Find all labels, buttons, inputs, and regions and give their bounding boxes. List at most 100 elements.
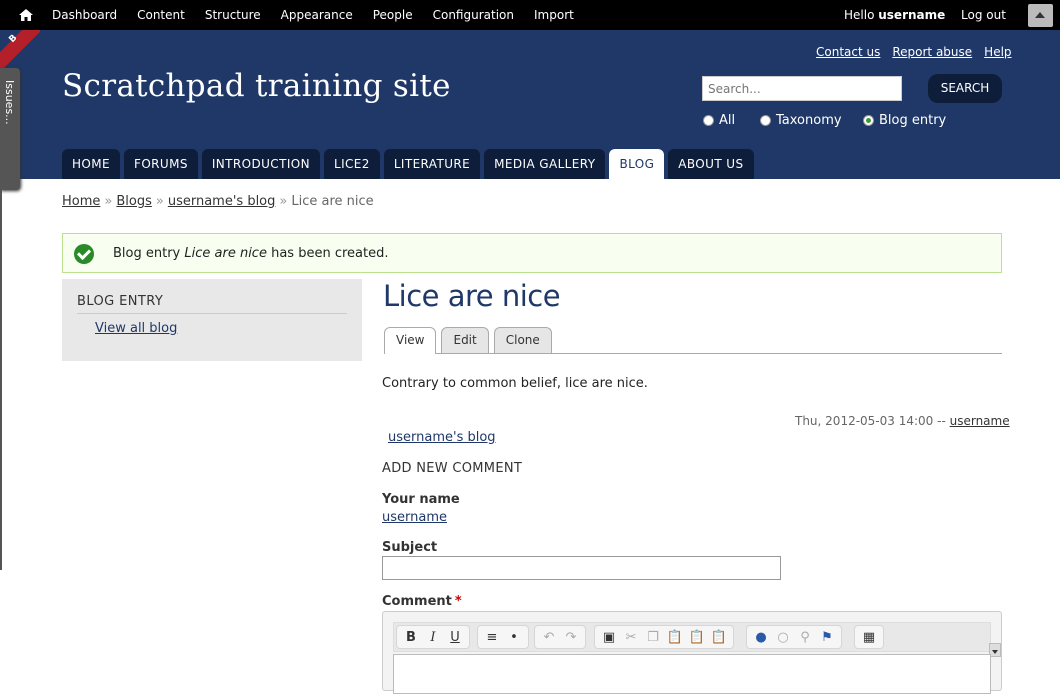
view-all-blog-link[interactable]: View all blog — [95, 321, 177, 336]
tab-clone[interactable]: Clone — [493, 327, 552, 353]
admin-menu-content[interactable]: Content — [137, 8, 185, 22]
radio-taxonomy[interactable] — [760, 115, 771, 126]
paste-text-icon[interactable]: 📋 — [686, 627, 708, 647]
breadcrumb-separator: » — [279, 194, 288, 209]
admin-menu-people[interactable]: People — [373, 8, 413, 22]
breadcrumb-home[interactable]: Home — [62, 194, 100, 209]
nav-literature[interactable]: LITERATURE — [383, 149, 481, 179]
admin-toolbar: Dashboard Content Structure Appearance P… — [0, 0, 1060, 30]
sidebar-title: BLOG ENTRY — [77, 294, 347, 314]
scope-taxonomy-label: Taxonomy — [776, 113, 842, 128]
clipboard-group: ▣ ✂ ❐ 📋 📋 📋 — [594, 625, 734, 649]
contact-us-link[interactable]: Contact us — [816, 45, 880, 59]
issues-label: Issues... — [3, 80, 16, 125]
sidebar-block: BLOG ENTRY View all blog — [62, 279, 362, 361]
your-name-label: Your name — [382, 492, 460, 507]
paste-word-icon[interactable]: 📋 — [708, 627, 730, 647]
list-group: ≡ • — [477, 625, 529, 649]
scope-all[interactable]: All — [703, 113, 760, 128]
nav-introduction[interactable]: INTRODUCTION — [201, 149, 320, 179]
key-icon[interactable]: ⚲ — [794, 627, 816, 647]
scope-blog-entry[interactable]: Blog entry — [863, 113, 946, 128]
submitted-date: Thu, 2012-05-03 14:00 -- — [795, 414, 946, 428]
subject-input[interactable] — [382, 556, 781, 580]
bulleted-list-icon[interactable]: • — [503, 627, 525, 647]
comment-textarea[interactable] — [393, 654, 991, 694]
toolbar-collapse-button[interactable] — [1028, 4, 1053, 27]
status-text-before: Blog entry — [113, 246, 185, 261]
undo-icon[interactable]: ↶ — [538, 627, 560, 647]
home-icon[interactable] — [18, 7, 34, 23]
editor-toolbar: B I U ≡ • ↶ ↷ ▣ ✂ ❐ 📋 📋 📋 ● ○ ⚲ ⚑ ▦ — [393, 622, 1001, 657]
tab-edit[interactable]: Edit — [441, 327, 489, 353]
nav-forums[interactable]: FORUMS — [124, 149, 198, 179]
breadcrumb-blogs[interactable]: Blogs — [116, 194, 152, 209]
breadcrumb-user-blog[interactable]: username's blog — [168, 194, 276, 209]
scope-blog-entry-label: Blog entry — [879, 113, 947, 128]
nav-about-us[interactable]: ABOUT US — [668, 149, 754, 179]
subject-label: Subject — [382, 540, 438, 555]
issues-tab[interactable]: Issues... — [0, 68, 20, 190]
link-group: ● ○ ⚲ ⚑ — [746, 625, 842, 649]
rich-text-editor: B I U ≡ • ↶ ↷ ▣ ✂ ❐ 📋 📋 📋 ● ○ ⚲ ⚑ ▦ — [382, 611, 1002, 694]
admin-menu-import[interactable]: Import — [534, 8, 574, 22]
numbered-list-icon[interactable]: ≡ — [481, 627, 503, 647]
status-text: Blog entry Lice are nice has been create… — [113, 246, 388, 261]
add-comment-heading: ADD NEW COMMENT — [382, 461, 523, 476]
required-marker: * — [454, 594, 462, 609]
page-title: Lice are nice — [383, 279, 561, 313]
user-blog-link[interactable]: username's blog — [388, 430, 496, 445]
scope-all-label: All — [719, 113, 736, 128]
scope-taxonomy[interactable]: Taxonomy — [760, 113, 863, 128]
your-name-link[interactable]: username — [382, 510, 447, 525]
admin-menu-dashboard[interactable]: Dashboard — [52, 8, 117, 22]
checkmark-icon — [74, 244, 94, 264]
cut-icon[interactable]: ✂ — [620, 627, 642, 647]
link-icon[interactable]: ● — [750, 627, 772, 647]
status-message: Blog entry Lice are nice has been create… — [62, 233, 1002, 273]
maximize-icon[interactable]: ▣ — [598, 627, 620, 647]
copy-icon[interactable]: ❐ — [642, 627, 664, 647]
search-scope: All Taxonomy Blog entry — [703, 113, 946, 128]
nav-blog[interactable]: BLOG — [609, 149, 665, 179]
author-link[interactable]: username — [950, 414, 1010, 428]
unlink-icon[interactable]: ○ — [772, 627, 794, 647]
media-group: ▦ — [854, 625, 884, 649]
hello-prefix: Hello — [844, 8, 875, 22]
hello-username[interactable]: username — [878, 8, 945, 22]
site-name[interactable]: Scratchpad training site — [62, 68, 451, 104]
admin-menu-configuration[interactable]: Configuration — [433, 8, 514, 22]
paste-icon[interactable]: 📋 — [664, 627, 686, 647]
radio-all[interactable] — [703, 115, 714, 126]
nav-media-gallery[interactable]: MEDIA GALLERY — [484, 149, 606, 179]
admin-menu: Dashboard Content Structure Appearance P… — [52, 0, 594, 30]
admin-menu-structure[interactable]: Structure — [205, 8, 261, 22]
nav-lice2[interactable]: LICE2 — [323, 149, 380, 179]
anchor-flag-icon[interactable]: ⚑ — [816, 627, 838, 647]
search-input[interactable] — [702, 76, 902, 101]
hello-user: Hello username — [844, 8, 945, 22]
main-nav: HOME FORUMS INTRODUCTION LICE2 LITERATUR… — [62, 149, 758, 179]
left-edge-rule — [0, 190, 2, 570]
admin-menu-appearance[interactable]: Appearance — [281, 8, 353, 22]
breadcrumb-separator: » — [104, 194, 113, 209]
report-abuse-link[interactable]: Report abuse — [892, 45, 972, 59]
status-text-after: has been created. — [266, 246, 389, 261]
breadcrumb: Home» Blogs» username's blog» Lice are nice — [62, 194, 374, 209]
local-tabs: View Edit Clone — [384, 327, 1002, 354]
redo-icon[interactable]: ↷ — [560, 627, 582, 647]
history-group: ↶ ↷ — [534, 625, 586, 649]
radio-blog-entry[interactable] — [863, 115, 874, 126]
image-icon[interactable]: ▦ — [858, 627, 880, 647]
tab-view[interactable]: View — [384, 327, 437, 354]
italic-button[interactable]: I — [422, 627, 444, 647]
underline-button[interactable]: U — [444, 627, 466, 647]
comment-label: Comment * — [382, 594, 462, 609]
top-links: Contact us Report abuse Help — [816, 45, 1024, 59]
logout-link[interactable]: Log out — [961, 8, 1006, 22]
status-text-title: Lice are nice — [184, 246, 267, 261]
help-link[interactable]: Help — [984, 45, 1011, 59]
nav-home[interactable]: HOME — [62, 149, 121, 179]
bold-button[interactable]: B — [400, 627, 422, 647]
search-button[interactable]: SEARCH — [928, 74, 1002, 103]
